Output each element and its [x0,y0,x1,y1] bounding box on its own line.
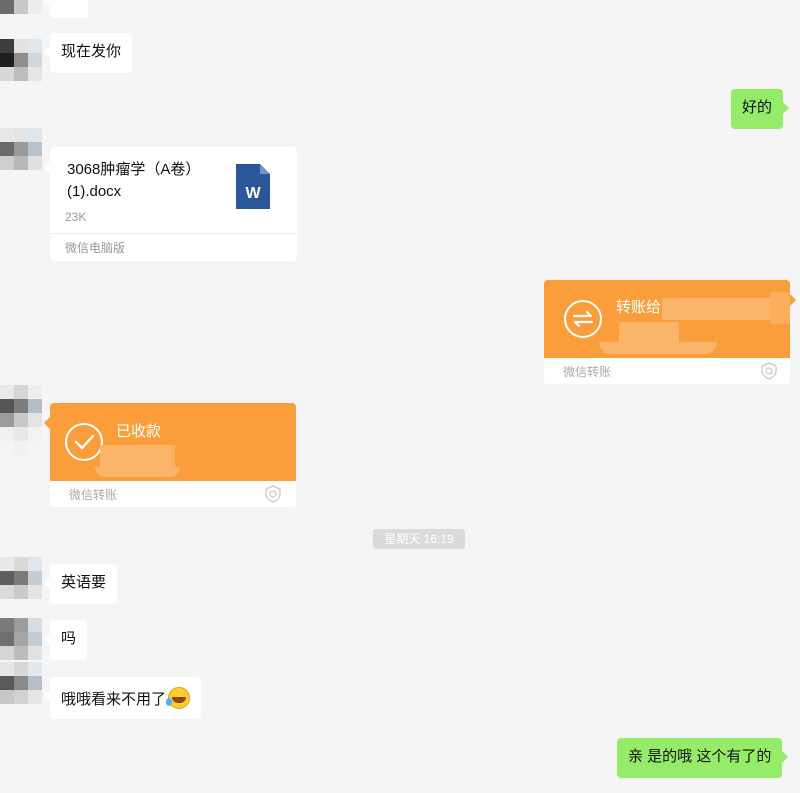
self-message-bubble[interactable]: 亲 是的哦 这个有了的 [617,738,789,778]
avatar[interactable] [0,557,42,617]
message-bubble[interactable]: 现在发你 [43,33,133,73]
divider [50,233,297,234]
message-bubble[interactable]: 英语要 [43,564,118,604]
message-text: 好的 [742,99,773,116]
avatar[interactable] [0,128,42,170]
word-doc-icon: W [236,164,270,209]
self-message-bubble[interactable]: 好的 [731,89,790,129]
avatar[interactable] [0,385,42,455]
blurred-amount [95,467,180,477]
laugh-cry-emoji-icon [166,687,191,709]
file-message-card[interactable]: 3068肿瘤学（A卷）(1).docx 23K W 微信电脑版 [44,147,297,261]
blurred-amount [145,445,175,469]
blurred-recipient [770,292,790,324]
svg-text:W: W [245,185,261,202]
message-text: 英语要 [61,574,107,591]
avatar[interactable] [0,39,42,81]
message-text: 哦哦看来不用了 [61,691,167,708]
transfer-source-label: 微信转账 [69,488,118,502]
file-name: 3068肿瘤学（A卷）(1).docx [67,161,201,200]
message-bubble[interactable]: 吗 [43,620,88,660]
message-text: 吗 [61,630,77,647]
avatar[interactable] [0,0,42,20]
shield-icon [761,362,777,380]
message-bubble[interactable] [44,0,88,18]
shield-icon [265,485,281,503]
avatar[interactable] [0,662,42,726]
file-source-label: 微信电脑版 [65,241,126,255]
transfer-title: 已收款 [116,423,162,440]
transfer-title: 转账给 [616,299,662,316]
timestamp-divider: 星期天 16:19 [373,529,465,549]
blurred-recipient [662,298,770,320]
avatar[interactable] [0,618,42,660]
blurred-amount [619,322,679,344]
check-circle-icon [65,423,103,461]
transfer-source-label: 微信转账 [563,365,612,379]
transfer-sent-card[interactable]: 转账给 微信转账 [544,280,796,384]
message-bubble[interactable]: 哦哦看来不用了 [43,677,202,719]
blurred-amount [599,342,717,354]
message-text: 现在发你 [61,43,122,60]
message-text: 亲 是的哦 这个有了的 [628,748,772,765]
file-size: 23K [65,210,87,224]
transfer-received-card[interactable]: 已收款 微信转账 [44,403,296,507]
transfer-arrows-icon [564,300,602,338]
